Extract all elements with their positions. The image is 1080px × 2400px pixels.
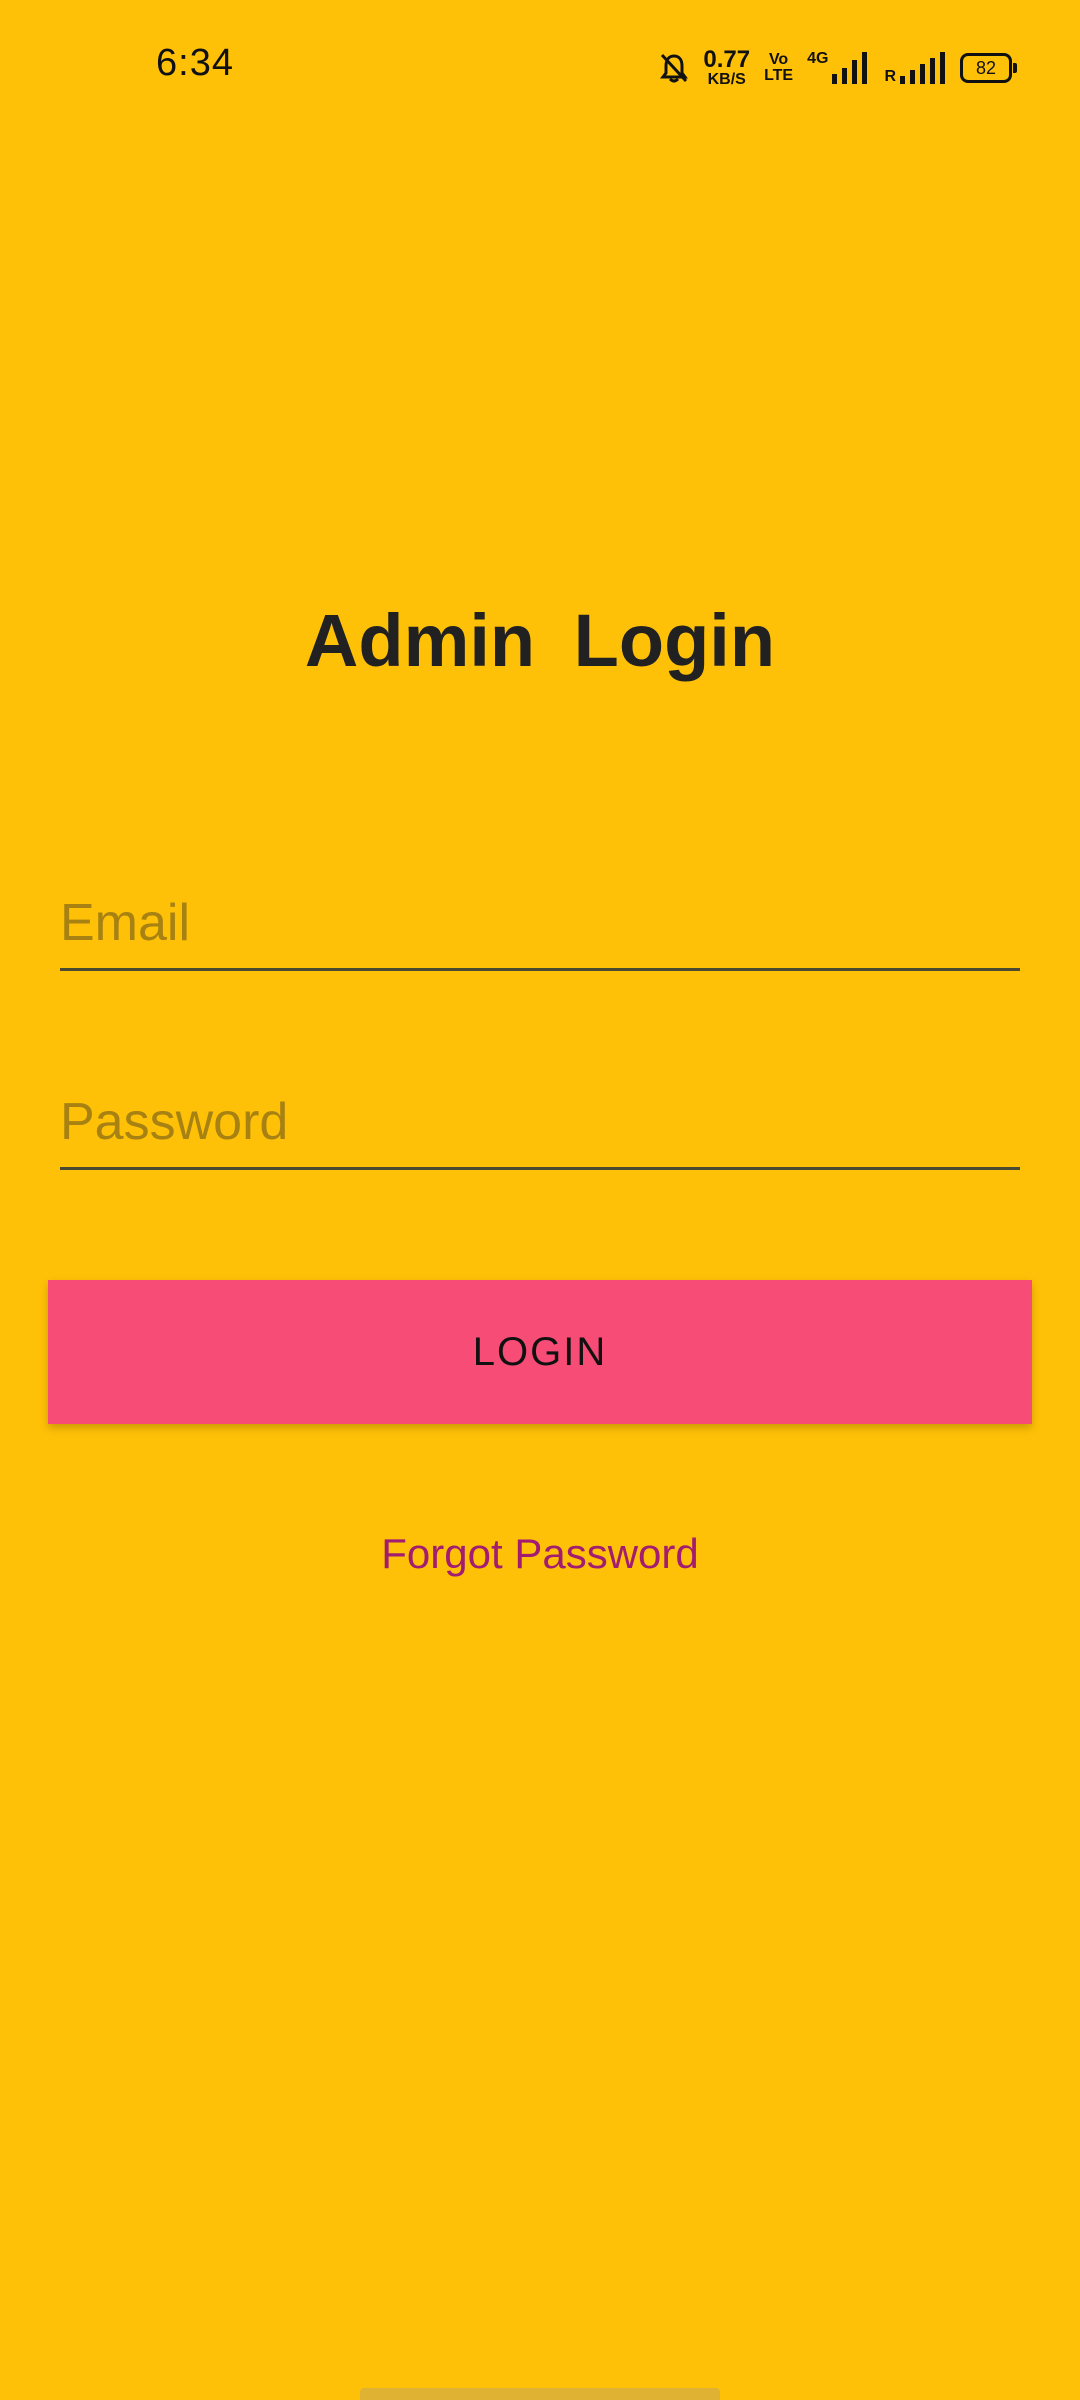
roaming-label: R xyxy=(884,68,896,85)
signal-4g-icon: 4G xyxy=(807,50,870,86)
network-type-label: 4G xyxy=(807,50,829,67)
roaming-signal-icon: R xyxy=(884,50,946,86)
status-time: 6:34 xyxy=(156,42,234,84)
battery-icon: 82 xyxy=(960,53,1017,83)
signal-bars-2-icon xyxy=(900,52,945,84)
volte-icon: Vo LTE xyxy=(764,52,793,84)
page-title: Admin Login xyxy=(304,599,776,682)
password-field-container xyxy=(60,1077,1020,1170)
status-bar: 6:34 0.77 KB/S Vo LTE 4G R 82 xyxy=(0,0,1080,138)
network-speed-unit: KB/S xyxy=(707,71,746,88)
volte-top-label: Vo xyxy=(768,51,789,68)
login-button[interactable]: LOGIN xyxy=(48,1280,1032,1424)
network-speed: 0.77 KB/S xyxy=(703,48,750,88)
email-field-container xyxy=(60,878,1020,971)
email-field[interactable] xyxy=(60,878,1020,968)
battery-level: 82 xyxy=(975,57,997,78)
forgot-password-link[interactable]: Forgot Password xyxy=(0,1530,1080,1578)
password-field[interactable] xyxy=(60,1077,1020,1167)
signal-bars-icon xyxy=(832,52,868,84)
notifications-muted-icon xyxy=(660,53,689,83)
status-icons: 0.77 KB/S Vo LTE 4G R 82 xyxy=(659,44,1017,92)
home-indicator[interactable] xyxy=(360,2388,720,2400)
network-speed-value: 0.77 xyxy=(703,46,751,73)
volte-bottom-label: LTE xyxy=(764,67,794,84)
